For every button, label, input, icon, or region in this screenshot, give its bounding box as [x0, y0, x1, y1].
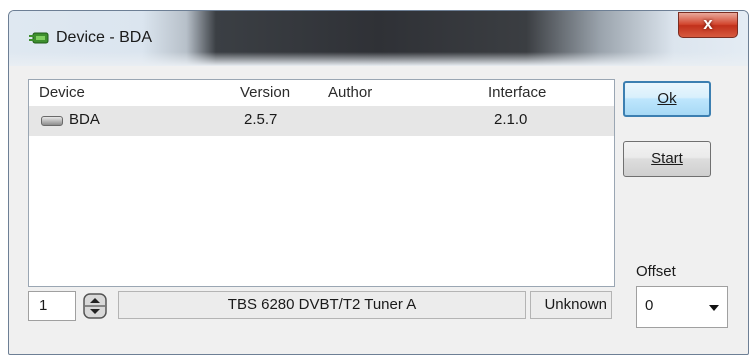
close-icon: x — [703, 14, 713, 33]
close-button[interactable]: x — [678, 12, 738, 38]
ok-button[interactable]: Ok — [623, 81, 711, 117]
device-list[interactable]: Device Version Author Interface BDA 2.5.… — [28, 79, 615, 287]
device-dialog: Device - BDA x Device Version Author Int… — [8, 10, 749, 355]
list-header: Device Version Author Interface — [29, 80, 614, 104]
list-item[interactable]: BDA 2.5.7 2.1.0 — [29, 106, 614, 136]
tuner-name-panel: TBS 6280 DVBT/T2 Tuner A — [118, 291, 526, 319]
device-version: 2.5.7 — [244, 111, 278, 128]
app-icon — [29, 32, 49, 44]
tuner-index-value: 1 — [39, 297, 48, 314]
column-header-version[interactable]: Version — [240, 84, 290, 101]
chevron-down-icon[interactable] — [709, 305, 719, 311]
column-header-author[interactable]: Author — [328, 84, 372, 101]
window-title: Device - BDA — [56, 29, 153, 46]
offset-select[interactable]: 0 — [636, 286, 728, 328]
spinner-icon[interactable] — [83, 293, 107, 319]
tuner-status: Unknown — [544, 296, 607, 313]
start-button[interactable]: Start — [623, 141, 711, 177]
title-bar[interactable]: Device - BDA x — [9, 11, 748, 66]
column-header-device[interactable]: Device — [39, 84, 85, 101]
column-header-interface[interactable]: Interface — [488, 84, 546, 101]
tuner-index-field[interactable]: 1 — [28, 291, 76, 321]
tuner-status-panel: Unknown — [530, 291, 612, 319]
tuner-name: TBS 6280 DVBT/T2 Tuner A — [227, 296, 417, 313]
device-icon — [41, 116, 63, 126]
offset-value: 0 — [645, 297, 654, 314]
device-interface: 2.1.0 — [494, 111, 528, 128]
device-name: BDA — [69, 111, 100, 128]
offset-label: Offset — [636, 263, 676, 280]
